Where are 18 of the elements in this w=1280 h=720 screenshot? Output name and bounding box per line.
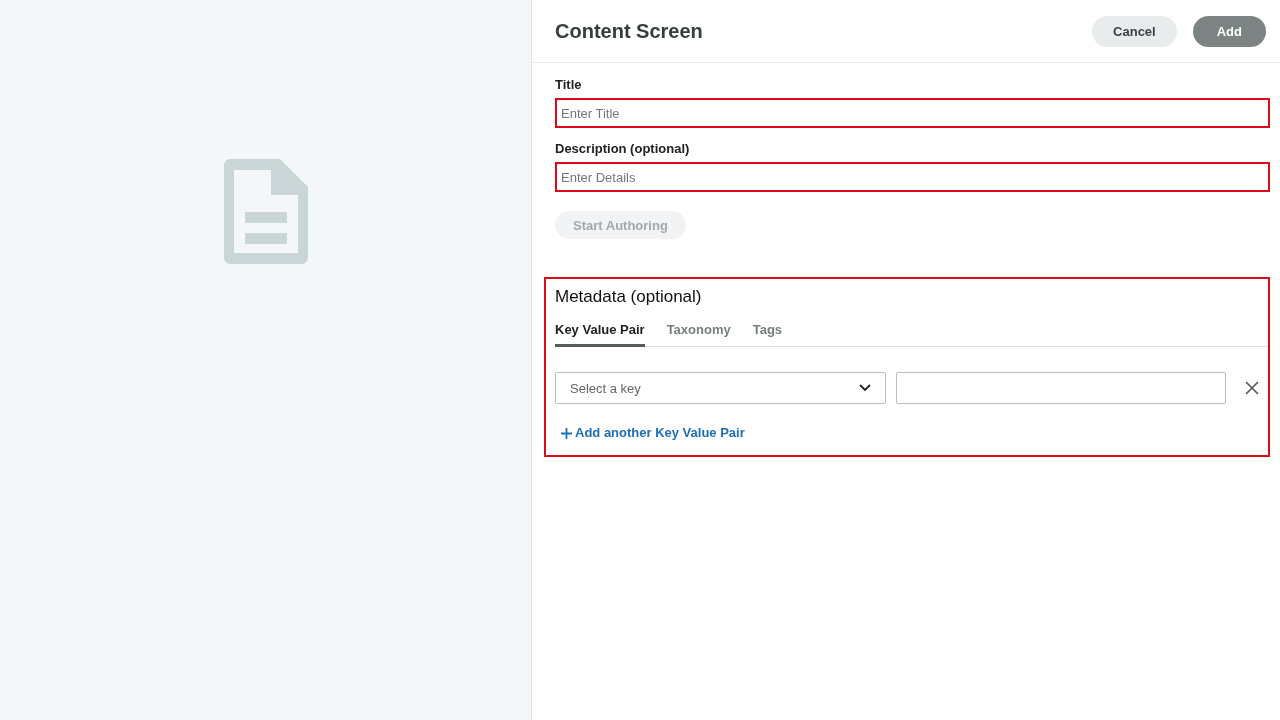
field-label: Description (optional) bbox=[555, 141, 690, 157]
title-input[interactable]: Enter Title bbox=[555, 98, 1270, 128]
metadata-tab[interactable]: Taxonomy bbox=[666, 317, 731, 347]
metadata-tab[interactable]: Tags bbox=[752, 317, 783, 347]
add-pair-link[interactable]: Add another Key Value Pair bbox=[561, 425, 745, 441]
cancel-button[interactable]: Cancel bbox=[1092, 16, 1177, 47]
value-input[interactable] bbox=[895, 372, 1226, 404]
close-icon[interactable] bbox=[1245, 381, 1259, 395]
field-label: Title bbox=[555, 77, 582, 93]
plus-icon bbox=[561, 427, 572, 439]
key-select[interactable]: Select a key bbox=[555, 372, 886, 404]
screen-title: Content Screen bbox=[555, 19, 703, 43]
description-input[interactable]: Enter Details bbox=[555, 162, 1270, 192]
add-button[interactable]: Add bbox=[1192, 16, 1266, 47]
metadata-tab[interactable]: Key Value Pair bbox=[555, 317, 645, 347]
metadata-heading: Metadata (optional) bbox=[555, 286, 702, 308]
document-icon bbox=[223, 159, 308, 264]
chevron-down-icon bbox=[858, 384, 871, 392]
